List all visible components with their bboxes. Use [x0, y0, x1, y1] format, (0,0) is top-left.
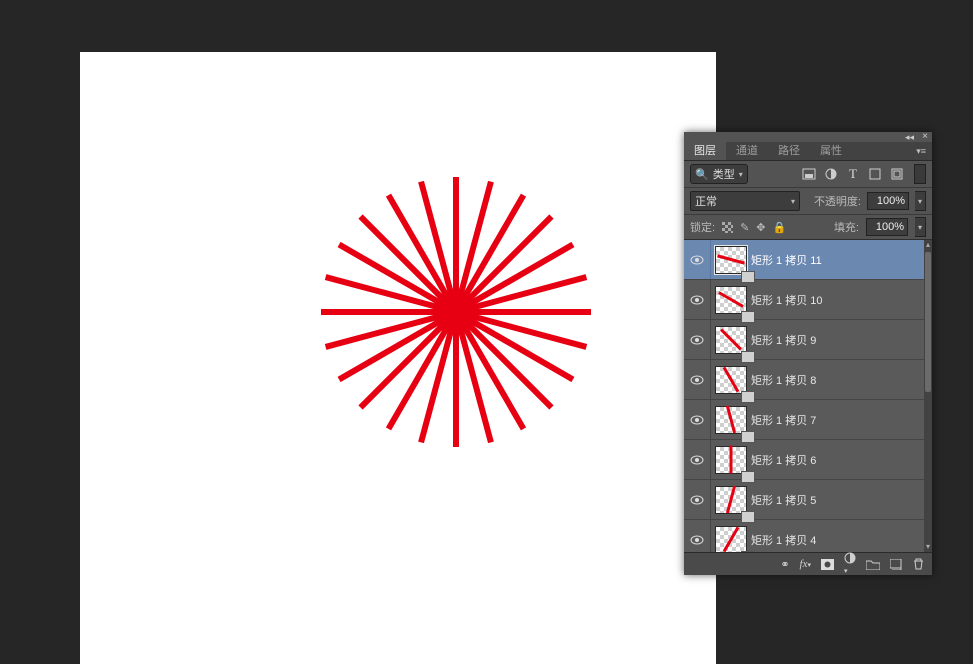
layer-name[interactable]: 矩形 1 拷贝 11 — [751, 252, 822, 268]
adjustment-layer-icon[interactable]: ▾ — [844, 552, 856, 576]
layer-thumbnail[interactable] — [711, 520, 751, 552]
layer-name[interactable]: 矩形 1 拷贝 6 — [751, 452, 816, 468]
scrollbar[interactable]: ▴ ▾ — [924, 240, 932, 552]
tab-属性[interactable]: 属性 — [810, 142, 852, 160]
new-layer-icon[interactable] — [890, 559, 903, 570]
visibility-toggle[interactable] — [684, 480, 711, 519]
layer-row[interactable]: 矩形 1 拷贝 10 — [684, 280, 932, 320]
filter-shape-icon[interactable] — [868, 167, 882, 181]
collapse-icon[interactable]: ◂◂ — [905, 133, 914, 142]
panel-header: ◂◂ × — [684, 132, 932, 142]
canvas[interactable] — [80, 52, 716, 664]
layer-row[interactable]: 矩形 1 拷贝 9 — [684, 320, 932, 360]
blend-mode-select[interactable]: 正常 ▾ — [690, 191, 800, 211]
visibility-toggle[interactable] — [684, 280, 711, 319]
chevron-down-icon: ▾ — [791, 197, 795, 206]
visibility-toggle[interactable] — [684, 440, 711, 479]
blend-row: 正常 ▾ 不透明度: 100% ▾ — [684, 188, 932, 215]
filter-type-icon[interactable]: T — [846, 167, 860, 181]
opacity-label: 不透明度: — [814, 193, 861, 209]
layer-list: 矩形 1 拷贝 11 矩形 1 拷贝 10 矩形 1 拷贝 9 矩形 1 拷贝 8 矩形… — [684, 240, 932, 552]
layer-name[interactable]: 矩形 1 拷贝 7 — [751, 412, 816, 428]
layer-row[interactable]: 矩形 1 拷贝 7 — [684, 400, 932, 440]
delete-layer-icon[interactable] — [913, 558, 924, 570]
tab-路径[interactable]: 路径 — [768, 142, 810, 160]
lock-label: 锁定: — [690, 219, 715, 235]
scroll-thumb[interactable] — [925, 252, 931, 392]
search-icon: 🔍 — [695, 168, 709, 181]
lock-position-icon[interactable]: ✥ — [756, 221, 765, 234]
layer-thumbnail[interactable] — [711, 280, 751, 319]
layer-thumbnail[interactable] — [711, 440, 751, 479]
scroll-down-icon[interactable]: ▾ — [924, 542, 932, 552]
visibility-toggle[interactable] — [684, 520, 711, 552]
fill-slider-toggle[interactable]: ▾ — [915, 217, 926, 237]
layer-thumbnail[interactable] — [711, 480, 751, 519]
layer-filter-bar: 🔍 类型 ▾ T — [684, 161, 932, 188]
lock-transparency-icon[interactable] — [722, 222, 733, 233]
layer-row[interactable]: 矩形 1 拷贝 8 — [684, 360, 932, 400]
fill-input[interactable]: 100% — [866, 218, 908, 236]
visibility-toggle[interactable] — [684, 400, 711, 439]
layer-name[interactable]: 矩形 1 拷贝 10 — [751, 292, 823, 308]
filter-kind-select[interactable]: 🔍 类型 ▾ — [690, 164, 748, 184]
visibility-toggle[interactable] — [684, 360, 711, 399]
layers-panel: ◂◂ × 图层通道路径属性 ▾≡ 🔍 类型 ▾ T 正常 ▾ 不透明度: 100%… — [684, 132, 932, 575]
filter-pixel-icon[interactable] — [802, 167, 816, 181]
filter-adjust-icon[interactable] — [824, 167, 838, 181]
filter-toggle-switch[interactable] — [914, 164, 926, 184]
chevron-down-icon: ▾ — [739, 170, 743, 179]
panel-menu-icon[interactable]: ▾≡ — [916, 146, 926, 157]
visibility-toggle[interactable] — [684, 320, 711, 359]
layer-name[interactable]: 矩形 1 拷贝 9 — [751, 332, 816, 348]
opacity-slider-toggle[interactable]: ▾ — [915, 191, 926, 211]
layer-mask-icon[interactable] — [821, 559, 834, 570]
link-layers-icon[interactable]: ⚭ — [780, 558, 789, 571]
new-group-icon[interactable] — [866, 559, 880, 570]
opacity-input[interactable]: 100% — [867, 192, 909, 210]
panel-tabs: 图层通道路径属性 ▾≡ — [684, 142, 932, 161]
fill-label: 填充: — [834, 219, 859, 235]
layer-thumbnail[interactable] — [711, 240, 751, 279]
filter-kind-label: 类型 — [713, 166, 735, 182]
scroll-up-icon[interactable]: ▴ — [924, 240, 932, 250]
lock-pixels-icon[interactable]: ✎ — [740, 221, 749, 234]
filter-smart-icon[interactable] — [890, 167, 904, 181]
lock-row: 锁定: ✎ ✥ 🔒 填充: 100% ▾ — [684, 215, 932, 240]
layer-row[interactable]: 矩形 1 拷贝 6 — [684, 440, 932, 480]
layer-row[interactable]: 矩形 1 拷贝 11 — [684, 240, 932, 280]
layer-row[interactable]: 矩形 1 拷贝 4 — [684, 520, 932, 552]
tab-通道[interactable]: 通道 — [726, 142, 768, 160]
layer-name[interactable]: 矩形 1 拷贝 5 — [751, 492, 816, 508]
layer-thumbnail[interactable] — [711, 360, 751, 399]
layer-thumbnail[interactable] — [711, 400, 751, 439]
lock-all-icon[interactable]: 🔒 — [773, 221, 787, 234]
visibility-toggle[interactable] — [684, 240, 711, 279]
layer-row[interactable]: 矩形 1 拷贝 5 — [684, 480, 932, 520]
tab-图层[interactable]: 图层 — [684, 142, 726, 160]
layer-name[interactable]: 矩形 1 拷贝 4 — [751, 532, 816, 548]
blend-mode-value: 正常 — [695, 193, 717, 209]
close-icon[interactable]: × — [922, 132, 928, 142]
panel-footer: ⚭ fx▾ ▾ — [684, 552, 932, 575]
vector-mask-badge — [741, 551, 755, 552]
layer-fx-icon[interactable]: fx▾ — [800, 558, 811, 570]
layer-name[interactable]: 矩形 1 拷贝 8 — [751, 372, 816, 388]
layer-thumbnail[interactable] — [711, 320, 751, 359]
